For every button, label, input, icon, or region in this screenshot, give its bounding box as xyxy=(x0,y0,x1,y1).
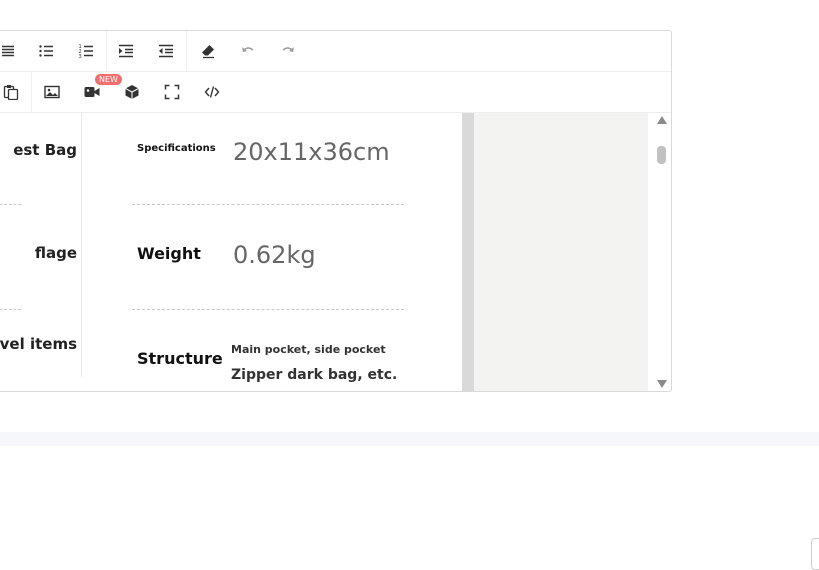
video-icon[interactable]: NEW xyxy=(81,74,122,102)
section-divider-strip xyxy=(0,432,819,446)
vertical-scrollbar[interactable] xyxy=(654,113,670,391)
undo-icon[interactable] xyxy=(237,41,259,61)
scroll-down-arrow-icon[interactable] xyxy=(657,380,667,388)
left-column-text: vel items xyxy=(0,335,77,353)
bulleted-list-icon[interactable] xyxy=(35,41,57,61)
left-column-text: est Bag xyxy=(13,141,77,159)
toolbar-divider xyxy=(186,31,187,71)
clear-format-icon[interactable] xyxy=(197,41,219,61)
weight-value: 0.62kg xyxy=(233,241,316,269)
justify-icon[interactable] xyxy=(0,41,19,61)
numbered-list-icon[interactable]: 123 xyxy=(75,41,97,61)
dashed-divider xyxy=(0,309,21,310)
editor-content[interactable]: est Bag flage vel items Specifications 2… xyxy=(0,113,671,391)
source-code-icon[interactable] xyxy=(201,82,223,102)
dashed-divider xyxy=(0,204,21,205)
corner-widget[interactable] xyxy=(811,538,819,570)
fullscreen-icon[interactable] xyxy=(161,82,183,102)
scrollbar-thumb[interactable] xyxy=(657,146,666,164)
toolbar-divider xyxy=(31,72,32,112)
structure-line-1: Main pocket, side pocket xyxy=(231,343,386,356)
document-page[interactable]: est Bag flage vel items Specifications 2… xyxy=(0,113,462,391)
left-column: est Bag flage vel items xyxy=(0,113,82,377)
toolbar-row-2: NEW xyxy=(0,72,671,113)
specifications-label: Specifications xyxy=(137,143,216,154)
3d-model-icon[interactable] xyxy=(121,82,143,102)
weight-label: Weight xyxy=(137,244,201,263)
svg-text:3: 3 xyxy=(79,54,82,59)
left-column-text: flage xyxy=(34,244,77,262)
outdent-icon[interactable] xyxy=(155,41,177,61)
dashed-divider xyxy=(132,204,404,205)
canvas-background xyxy=(474,113,648,391)
image-icon[interactable] xyxy=(41,82,63,102)
structure-line-2: Zipper dark bag, etc. xyxy=(231,367,398,383)
structure-label: Structure xyxy=(137,349,223,368)
specifications-value: 20x11x36cm xyxy=(233,138,390,166)
redo-icon[interactable] xyxy=(277,41,299,61)
rich-text-editor: 123 NEW est Bag flage vel items Specific… xyxy=(0,30,672,392)
dashed-divider xyxy=(132,309,404,310)
indent-icon[interactable] xyxy=(115,41,137,61)
new-badge: NEW xyxy=(95,74,122,85)
paste-icon[interactable] xyxy=(0,82,22,102)
scroll-up-arrow-icon[interactable] xyxy=(657,116,667,124)
toolbar-row-1: 123 xyxy=(0,31,671,72)
toolbar-divider xyxy=(106,31,107,71)
page-edge-shadow xyxy=(462,113,474,391)
